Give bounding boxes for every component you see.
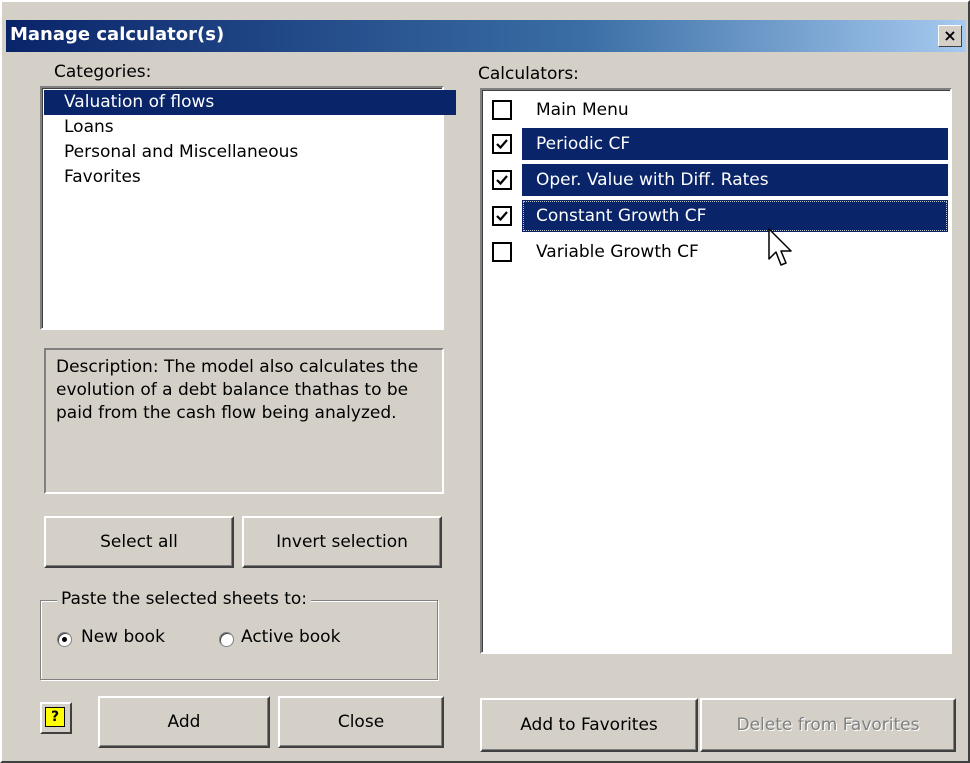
check-icon — [496, 139, 508, 150]
calculators-listbox[interactable]: Main Menu Periodic CF Oper. Value with D… — [480, 88, 952, 654]
manage-calculators-dialog: Manage calculator(s) × Categories: Valua… — [0, 0, 970, 763]
paste-destination-group: Paste the selected sheets to: New book A… — [40, 589, 438, 680]
new-book-label[interactable]: New book — [81, 627, 165, 647]
calculator-item-label: Variable Growth CF — [536, 242, 699, 262]
category-item-label: Personal and Miscellaneous — [64, 142, 299, 162]
invert-selection-label: Invert selection — [276, 532, 408, 552]
add-to-favorites-label: Add to Favorites — [520, 715, 658, 735]
calculator-checkbox[interactable] — [492, 170, 512, 190]
calculator-item[interactable]: Oper. Value with Diff. Rates — [484, 162, 948, 198]
category-item-label: Loans — [64, 117, 114, 137]
title-bar: Manage calculator(s) × — [6, 20, 966, 52]
calculator-item[interactable]: Variable Growth CF — [484, 234, 948, 270]
paste-group-legend: Paste the selected sheets to: — [57, 589, 312, 609]
mouse-cursor-icon — [768, 228, 792, 266]
category-item[interactable]: Loans — [44, 115, 456, 140]
category-item[interactable]: Valuation of flows — [44, 90, 456, 115]
add-to-favorites-button[interactable]: Add to Favorites — [480, 698, 698, 752]
calculator-checkbox[interactable] — [492, 100, 512, 120]
category-item-label: Favorites — [64, 167, 141, 187]
check-icon — [496, 175, 508, 186]
calculator-checkbox[interactable] — [492, 242, 512, 262]
delete-from-favorites-button: Delete from Favorites — [700, 698, 956, 752]
delete-from-favorites-label: Delete from Favorites — [736, 715, 920, 735]
calculator-checkbox[interactable] — [492, 206, 512, 226]
calculator-item[interactable]: Periodic CF — [484, 126, 948, 162]
calculator-item-label: Main Menu — [536, 100, 629, 120]
help-button[interactable]: ? — [40, 702, 72, 734]
close-button[interactable]: Close — [278, 696, 444, 748]
radio-selected-dot — [62, 637, 67, 642]
description-text: Description: The model also calculates t… — [56, 357, 419, 423]
check-icon — [496, 211, 508, 222]
add-button[interactable]: Add — [98, 696, 270, 748]
add-label: Add — [167, 712, 201, 732]
calculator-item[interactable]: Constant Growth CF — [484, 198, 948, 234]
category-item[interactable]: Personal and Miscellaneous — [44, 140, 456, 165]
calculator-item[interactable]: Main Menu — [484, 92, 948, 128]
categories-label: Categories: — [54, 62, 152, 82]
calculator-item-label: Periodic CF — [522, 128, 948, 160]
categories-listbox[interactable]: Valuation of flows Loans Personal and Mi… — [40, 86, 456, 330]
active-book-radio[interactable] — [219, 632, 234, 647]
new-book-radio[interactable] — [57, 632, 72, 647]
description-box: Description: The model also calculates t… — [44, 348, 444, 494]
category-item[interactable]: Favorites — [44, 165, 456, 190]
window-title: Manage calculator(s) — [10, 24, 225, 45]
help-icon: ? — [45, 707, 65, 727]
close-window-button[interactable]: × — [938, 25, 962, 47]
close-icon: × — [943, 26, 957, 45]
calculator-checkbox[interactable] — [492, 134, 512, 154]
invert-selection-button[interactable]: Invert selection — [242, 516, 442, 568]
calculator-item-label: Oper. Value with Diff. Rates — [522, 164, 948, 196]
close-label: Close — [337, 712, 385, 732]
select-all-label: Select all — [100, 532, 178, 552]
category-item-label: Valuation of flows — [64, 92, 215, 112]
select-all-button[interactable]: Select all — [44, 516, 234, 568]
active-book-label[interactable]: Active book — [241, 627, 340, 647]
calculator-item-label: Constant Growth CF — [522, 200, 948, 232]
calculators-label: Calculators: — [478, 64, 579, 84]
